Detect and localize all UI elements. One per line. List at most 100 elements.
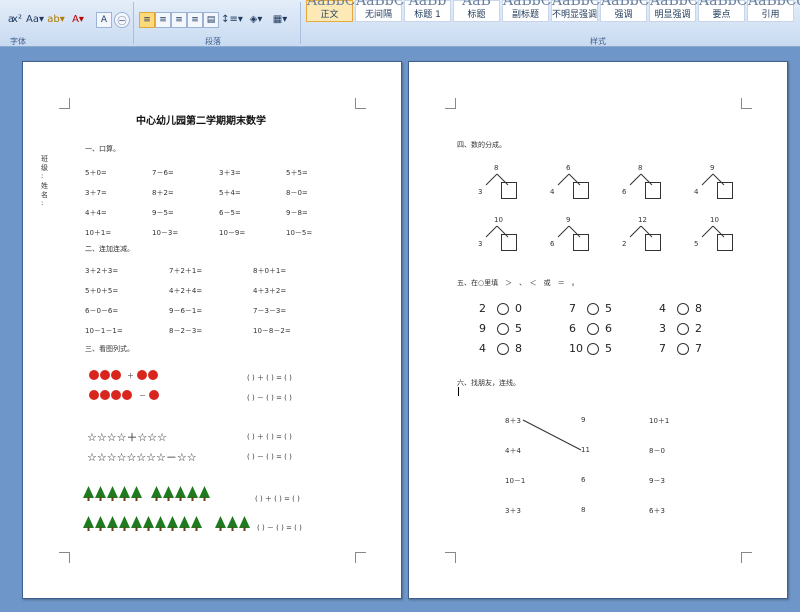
- apple-icon: [149, 390, 159, 400]
- align-center-button[interactable]: ≡: [155, 12, 171, 28]
- tree-icon: [119, 486, 130, 501]
- split-part: 4: [694, 188, 699, 196]
- split-part: 3: [478, 240, 483, 248]
- highlight-button[interactable]: ab▾: [46, 11, 66, 28]
- operator: ＋: [127, 372, 134, 380]
- equation-blank: ( ) ＋ ( ) = ( ): [255, 495, 300, 503]
- section-heading: 六、找朋友，连线。: [457, 379, 520, 387]
- style-sample: AaBbCc: [748, 0, 800, 9]
- section-heading: 三、看图列式。: [85, 345, 134, 353]
- document-page-2[interactable]: 四、数的分成。 五、在○里填 ＞ 、 ＜ 或 ＝ 。 六、找朋友，连线。 8 3 6…: [408, 61, 788, 599]
- align-left-button[interactable]: ≡: [139, 12, 155, 28]
- char-shading-button[interactable]: A: [96, 12, 112, 28]
- match-item: 8: [581, 506, 586, 514]
- match-item: 9: [581, 416, 586, 424]
- match-item: 6: [581, 476, 586, 484]
- split-part: 2: [622, 240, 627, 248]
- compare-number: 2: [695, 322, 702, 335]
- enclose-char-button[interactable]: ㊀: [114, 12, 130, 28]
- chain-problem: 9－6－1=: [169, 307, 203, 315]
- font-color-button[interactable]: A▾: [68, 11, 88, 28]
- compare-circle: [677, 303, 689, 315]
- superscript-button[interactable]: x²: [10, 11, 24, 28]
- chain-problem: 10－8－2=: [253, 327, 291, 335]
- style-8[interactable]: AaBbCc 要点: [698, 0, 755, 22]
- match-item: 9－3: [649, 477, 665, 485]
- tree-icon: [215, 516, 226, 531]
- compare-number: 3: [659, 322, 666, 335]
- borders-button[interactable]: ▦▾: [269, 11, 291, 28]
- oral-problem: 9－8=: [286, 209, 308, 217]
- compare-circle: [587, 303, 599, 315]
- answer-box: [573, 182, 589, 199]
- tree-icon: [239, 516, 250, 531]
- star-row: ☆☆☆☆☆☆☆☆－☆☆: [87, 451, 197, 464]
- apple-icon: [148, 370, 158, 380]
- distribute-button[interactable]: ▤: [203, 12, 219, 28]
- tree-icon: [107, 516, 118, 531]
- answer-box: [717, 182, 733, 199]
- style-5[interactable]: AaBbCc 不明显强调: [551, 0, 608, 22]
- style-9[interactable]: AaBbCc 引用: [747, 0, 800, 22]
- split-number: 10: [494, 216, 503, 224]
- styles-group-label: 样式: [590, 37, 606, 46]
- compare-circle: [587, 343, 599, 355]
- tree-icon: [95, 486, 106, 501]
- oral-problem: 9－5=: [152, 209, 174, 217]
- compare-number: 7: [569, 302, 576, 315]
- side-label-char: :: [41, 172, 44, 180]
- crop-mark: [59, 98, 70, 109]
- equation-blank: ( ) － ( ) = ( ): [247, 394, 292, 402]
- tree-icon: [199, 486, 210, 501]
- answer-box: [573, 234, 589, 251]
- apple-icon: [111, 370, 121, 380]
- line-spacing-button[interactable]: ↕≡▾: [221, 11, 243, 28]
- split-part: 6: [622, 188, 627, 196]
- section-heading: 四、数的分成。: [457, 141, 506, 149]
- section-heading: 五、在○里填 ＞ 、 ＜ 或 ＝ 。: [457, 279, 579, 287]
- justify-button[interactable]: ≡: [187, 12, 203, 28]
- chain-problem: 7－3－3=: [253, 307, 287, 315]
- equation-blank: ( ) － ( ) = ( ): [257, 524, 302, 532]
- tree-icon: [187, 486, 198, 501]
- chain-problem: 4＋3＋2=: [253, 287, 287, 295]
- align-right-button[interactable]: ≡: [171, 12, 187, 28]
- split-number: 9: [566, 216, 571, 224]
- match-item: 4＋4: [505, 447, 521, 455]
- style-sample: AaBbCc: [356, 0, 413, 9]
- answer-box: [501, 234, 517, 251]
- style-7[interactable]: AaBbCc 明显强调: [649, 0, 706, 22]
- apple-icon: [89, 370, 99, 380]
- change-case-button[interactable]: Aa▾: [26, 11, 44, 28]
- star-row: ☆☆☆☆＋☆☆☆: [87, 431, 168, 444]
- compare-number: 4: [479, 342, 486, 355]
- document-page-1[interactable]: 中心幼儿园第二学期期末数学 一、口算。 二、连加连减。 三、看图列式。 班级:姓…: [22, 61, 402, 599]
- tree-icon: [227, 516, 238, 531]
- group-separator: [300, 2, 301, 44]
- tree-icon: [95, 516, 106, 531]
- shading-button[interactable]: ◈▾: [245, 11, 267, 28]
- compare-circle: [587, 323, 599, 335]
- style-2[interactable]: AaBb 标题 1: [404, 0, 451, 22]
- compare-number: 2: [479, 302, 486, 315]
- match-item: 8－0: [649, 447, 665, 455]
- font-group-label: 字体: [10, 37, 26, 46]
- document-title: 中心幼儿园第二学期期末数学: [136, 116, 266, 127]
- compare-circle: [497, 343, 509, 355]
- compare-number: 10: [569, 342, 583, 355]
- crop-mark: [355, 552, 366, 563]
- style-1[interactable]: AaBbCc 无间隔: [355, 0, 413, 22]
- oral-problem: 10－3=: [152, 229, 179, 237]
- style-sample: AaB: [462, 0, 491, 9]
- split-number: 6: [566, 164, 571, 172]
- tree-icon: [131, 516, 142, 531]
- chain-problem: 3＋2＋3=: [85, 267, 119, 275]
- tree-icon: [83, 516, 94, 531]
- style-0[interactable]: AaBbCc 正文: [306, 0, 363, 22]
- oral-problem: 8＋2=: [152, 189, 174, 197]
- style-3[interactable]: AaB 标题: [453, 0, 500, 22]
- apple-icon: [137, 370, 147, 380]
- style-4[interactable]: AaBbCc 副标题: [502, 0, 559, 22]
- style-6[interactable]: AaBbCc 强调: [600, 0, 657, 22]
- compare-number: 8: [695, 302, 702, 315]
